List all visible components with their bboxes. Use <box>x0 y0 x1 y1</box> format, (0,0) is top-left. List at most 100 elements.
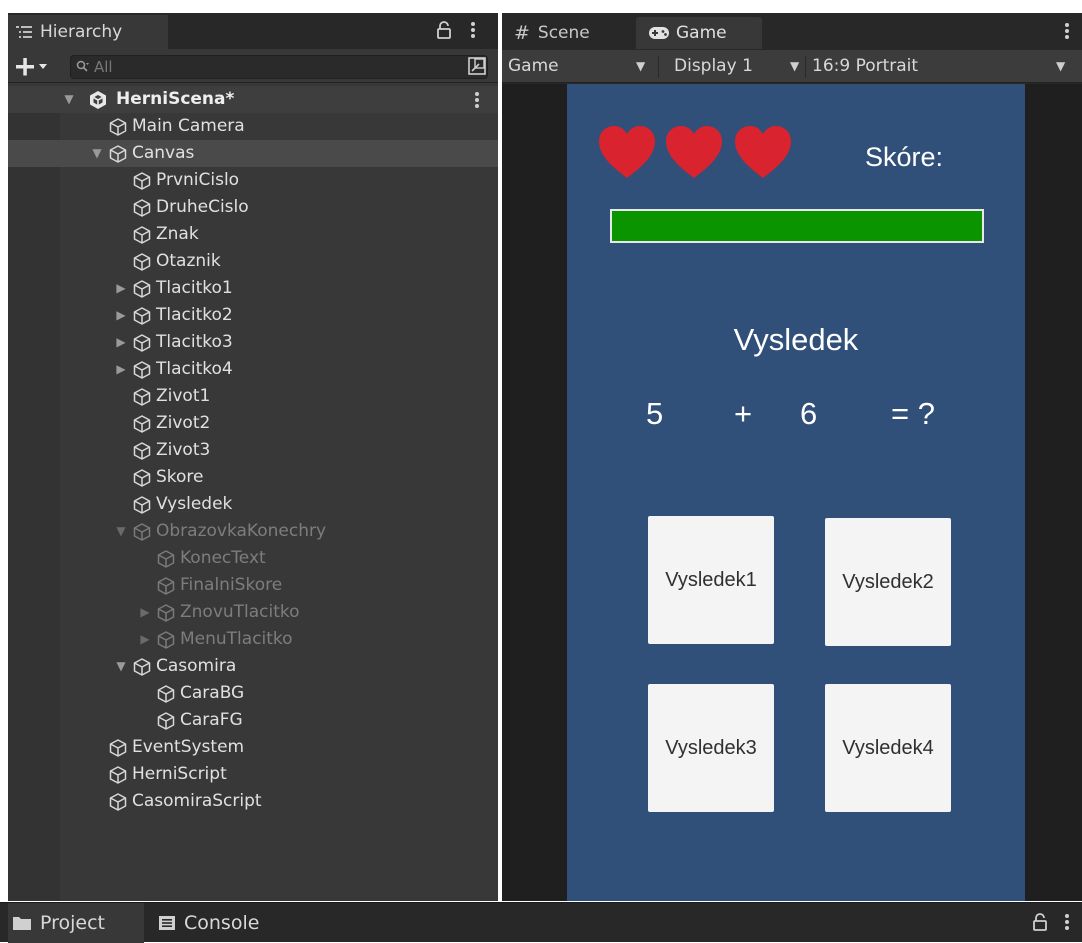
gameobject-cube-icon <box>108 792 128 812</box>
gameobject-cube-icon <box>156 684 176 704</box>
heart-icon <box>664 124 724 180</box>
toolbar-divider <box>805 56 806 78</box>
hierarchy-item[interactable]: EventSystem <box>8 734 498 761</box>
hierarchy-item-label: DruheCislo <box>156 197 249 217</box>
answer-button-3[interactable]: Vysledek3 <box>648 684 774 812</box>
expand-arrow-icon[interactable]: ▶ <box>138 599 152 626</box>
timer-bar <box>610 209 984 243</box>
scene-menu-icon[interactable] <box>473 91 481 109</box>
tab-game[interactable]: Game <box>636 17 762 49</box>
hierarchy-search-input[interactable] <box>70 55 488 79</box>
hierarchy-item[interactable]: ▼ Casomira <box>8 653 498 680</box>
tab-console-label: Console <box>184 912 260 934</box>
tab-hierarchy[interactable]: Hierarchy <box>8 15 168 49</box>
chevron-down-icon[interactable]: ▼ <box>636 50 645 83</box>
hierarchy-list-icon <box>16 25 32 39</box>
hierarchy-item[interactable]: ▶ Tlacitko2 <box>8 302 498 329</box>
hierarchy-menu-icon[interactable] <box>469 21 477 39</box>
expand-arrow-icon[interactable]: ▶ <box>114 275 128 302</box>
hierarchy-item[interactable]: HerniScript <box>8 761 498 788</box>
hierarchy-item[interactable]: CaraFG <box>8 707 498 734</box>
lock-icon[interactable] <box>436 21 452 39</box>
hierarchy-item-label: Main Camera <box>132 116 245 136</box>
timer-fill <box>612 211 982 241</box>
gameobject-cube-icon <box>132 522 152 542</box>
console-icon <box>158 915 176 931</box>
hierarchy-item[interactable]: ▶ Tlacitko1 <box>8 275 498 302</box>
hierarchy-item[interactable]: Zivot2 <box>8 410 498 437</box>
hierarchy-item[interactable]: FinalniSkore <box>8 572 498 599</box>
equals-question: = ? <box>891 396 935 431</box>
gameobject-cube-icon <box>132 657 152 677</box>
hierarchy-item[interactable]: Znak <box>8 221 498 248</box>
tab-project[interactable]: Project <box>8 903 144 943</box>
hierarchy-item[interactable]: Vysledek <box>8 491 498 518</box>
display-dropdown[interactable]: Display 1 <box>674 50 753 83</box>
game-menu-icon[interactable] <box>1063 22 1071 40</box>
tab-scene[interactable]: # Scene <box>514 17 590 49</box>
second-number: 6 <box>800 396 818 431</box>
open-window-icon[interactable] <box>468 57 486 75</box>
result-title: Vysledek <box>733 322 859 357</box>
gameobject-cube-icon <box>132 387 152 407</box>
hierarchy-panel: Hierarchy All ▼ HerniScena* Main Camera … <box>8 13 498 901</box>
hierarchy-item[interactable]: PrvniCislo <box>8 167 498 194</box>
create-add-icon[interactable] <box>16 57 50 77</box>
aspect-dropdown[interactable]: 16:9 Portrait <box>812 50 918 83</box>
gameobject-cube-icon <box>132 279 152 299</box>
hierarchy-item[interactable]: ▶ Tlacitko4 <box>8 356 498 383</box>
chevron-down-icon[interactable]: ▼ <box>790 50 799 83</box>
answer-button-2[interactable]: Vysledek2 <box>825 518 951 646</box>
gameobject-cube-icon <box>108 144 128 164</box>
tab-console[interactable]: Console <box>158 903 259 943</box>
lock-icon[interactable] <box>1032 913 1048 931</box>
expand-arrow-icon[interactable]: ▶ <box>114 329 128 356</box>
search-icon <box>76 60 90 74</box>
hierarchy-tab-label: Hierarchy <box>40 22 123 42</box>
hierarchy-item[interactable]: ▼ Canvas <box>8 140 498 167</box>
hierarchy-item[interactable]: ▶ ZnovuTlacitko <box>8 599 498 626</box>
bottom-menu-icon[interactable] <box>1063 913 1071 931</box>
hierarchy-item-label: CasomiraScript <box>132 791 262 811</box>
hierarchy-item[interactable]: ▶ Tlacitko3 <box>8 329 498 356</box>
game-mode-dropdown[interactable]: Game <box>508 50 559 83</box>
hierarchy-item[interactable]: KonecText <box>8 545 498 572</box>
hierarchy-item[interactable]: Zivot3 <box>8 437 498 464</box>
hierarchy-item-label: Znak <box>156 224 199 244</box>
hierarchy-item[interactable]: CaraBG <box>8 680 498 707</box>
hierarchy-item[interactable]: Otaznik <box>8 248 498 275</box>
expand-arrow-icon[interactable]: ▶ <box>114 302 128 329</box>
expand-arrow-icon[interactable]: ▶ <box>114 356 128 383</box>
answer-button-4[interactable]: Vysledek4 <box>825 684 951 812</box>
hierarchy-item[interactable]: Zivot1 <box>8 383 498 410</box>
collapse-arrow-icon[interactable]: ▼ <box>114 518 128 545</box>
hierarchy-item-label: HerniScript <box>132 764 227 784</box>
hierarchy-item-label: Zivot2 <box>156 413 211 433</box>
expand-arrow-icon[interactable]: ▶ <box>138 626 152 653</box>
hierarchy-item-label: Vysledek <box>156 494 233 514</box>
hierarchy-item[interactable]: DruheCislo <box>8 194 498 221</box>
hierarchy-item[interactable]: Main Camera <box>8 113 498 140</box>
toolbar-divider <box>658 56 659 78</box>
chevron-down-icon[interactable]: ▼ <box>1056 50 1065 83</box>
hierarchy-item-label: Zivot3 <box>156 440 211 460</box>
hierarchy-item-label: Otaznik <box>156 251 221 271</box>
hierarchy-item[interactable]: Skore <box>8 464 498 491</box>
hierarchy-tab-bar: Hierarchy <box>8 13 498 49</box>
game-tab-bar: # Scene Game <box>502 13 1082 49</box>
bottom-panel: Project Console <box>0 902 1082 943</box>
heart-icon <box>597 124 657 180</box>
answer-button-1[interactable]: Vysledek1 <box>648 516 774 644</box>
hierarchy-item[interactable]: CasomiraScript <box>8 788 498 815</box>
hierarchy-item[interactable]: ▶ MenuTlacitko <box>8 626 498 653</box>
collapse-arrow-icon[interactable]: ▼ <box>114 653 128 680</box>
expand-arrow-icon[interactable]: ▼ <box>62 86 76 113</box>
gameobject-cube-icon <box>156 711 176 731</box>
hierarchy-item[interactable]: ▼ ObrazovkaKonechry <box>8 518 498 545</box>
scene-row[interactable]: ▼ HerniScena* <box>8 86 498 113</box>
collapse-arrow-icon[interactable]: ▼ <box>90 140 104 167</box>
game-viewport: Skóre: Vysledek 5 + 6 = ? Vysledek1 Vysl… <box>502 84 1082 901</box>
gameobject-cube-icon <box>108 117 128 137</box>
folder-icon <box>12 915 32 931</box>
game-toolbar: Game ▼ Display 1 ▼ 16:9 Portrait ▼ <box>502 50 1082 83</box>
